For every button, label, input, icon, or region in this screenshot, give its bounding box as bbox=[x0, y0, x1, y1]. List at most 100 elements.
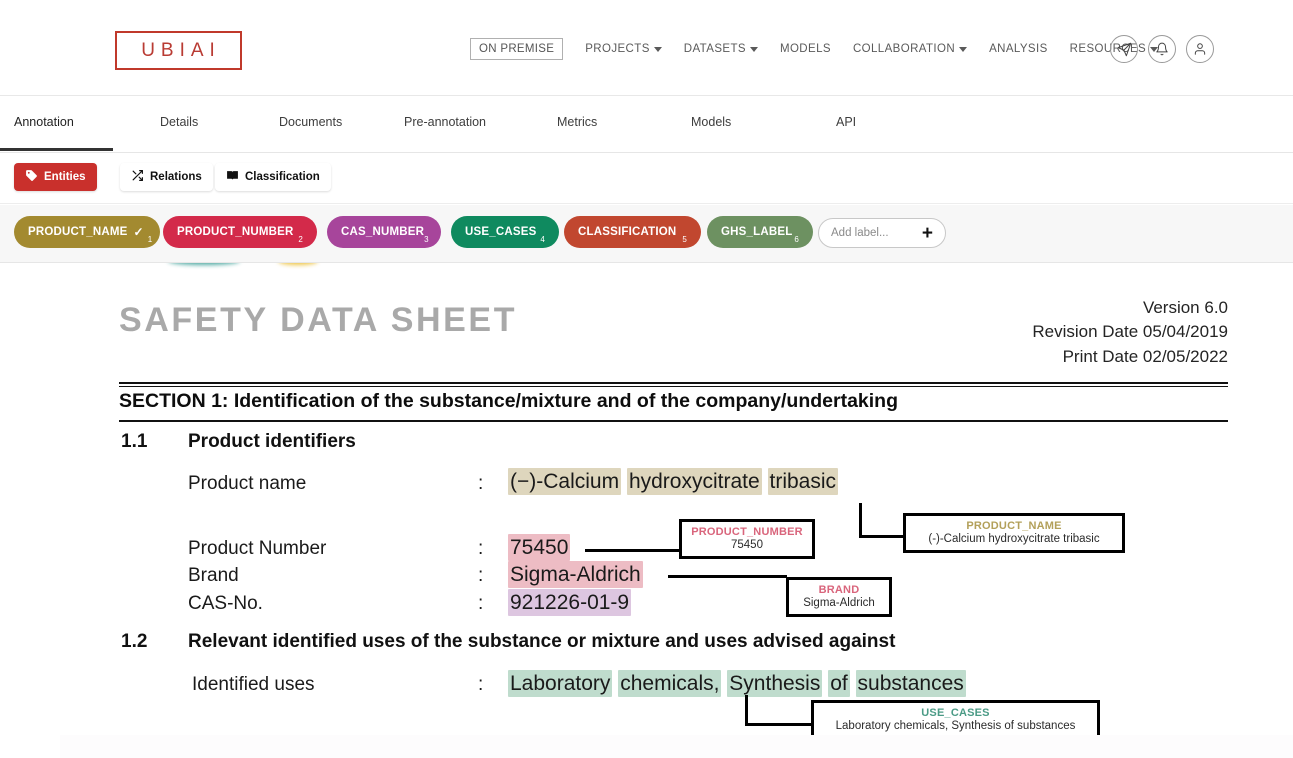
ubiai-logo[interactable]: UBIAI bbox=[115, 31, 242, 70]
add-label-placeholder: Add label... bbox=[831, 227, 889, 239]
field-value-cas-no[interactable]: 921226-01-9 bbox=[508, 589, 632, 616]
field-value-brand[interactable]: Sigma-Aldrich bbox=[508, 561, 643, 588]
entity-span-use-cases-3[interactable]: Synthesis bbox=[727, 670, 823, 697]
label-chip-product-number-text: PRODUCT_NUMBER bbox=[177, 226, 294, 238]
nav-item-analysis[interactable]: ANALYSIS bbox=[989, 43, 1048, 55]
entity-span-use-cases-4[interactable]: of bbox=[828, 670, 850, 697]
document-version-block: Version 6.0 Revision Date 05/04/2019 Pri… bbox=[1032, 296, 1228, 369]
callout-product-number-value: 75450 bbox=[731, 539, 763, 551]
active-tab-indicator bbox=[0, 148, 113, 151]
label-chip-classification[interactable]: CLASSIFICATION 5 bbox=[564, 216, 701, 248]
subsection-1-2-title: Relevant identified uses of the substanc… bbox=[188, 631, 896, 652]
send-icon[interactable] bbox=[1110, 35, 1138, 63]
entity-span-use-cases-2[interactable]: chemicals, bbox=[618, 670, 722, 697]
entity-span-product-name-3[interactable]: tribasic bbox=[767, 468, 839, 495]
chevron-down-icon bbox=[653, 46, 662, 52]
add-label-input[interactable]: Add label... + bbox=[818, 218, 946, 248]
label-chip-product-number[interactable]: PRODUCT_NUMBER 2 bbox=[163, 216, 317, 248]
divider-top bbox=[119, 382, 1228, 384]
field-value-product-number[interactable]: 75450 bbox=[508, 534, 571, 561]
relations-button[interactable]: Relations bbox=[120, 163, 213, 191]
document-viewer[interactable]: SAFETY DATA SHEET Version 6.0 Revision D… bbox=[0, 263, 1293, 735]
document-print-date: Print Date 02/05/2022 bbox=[1062, 346, 1228, 366]
callout-leader-product-name-h bbox=[859, 535, 905, 538]
nav-item-models-label: MODELS bbox=[779, 43, 831, 55]
nav-item-collaboration-label: COLLABORATION bbox=[852, 43, 956, 55]
callout-leader-product-number bbox=[585, 549, 680, 552]
label-chip-product-number-count: 2 bbox=[298, 235, 303, 244]
nav-item-models[interactable]: MODELS bbox=[780, 43, 831, 55]
logo-text: UBIAI bbox=[141, 39, 221, 61]
field-label-identified-uses: Identified uses bbox=[192, 674, 315, 695]
scrolled-content-remnant-yellow bbox=[278, 263, 318, 265]
tab-api[interactable]: API bbox=[836, 115, 856, 129]
project-tab-bar: Annotation Details Documents Pre-annotat… bbox=[0, 97, 1293, 153]
entity-span-product-number[interactable]: 75450 bbox=[508, 534, 571, 561]
label-chip-classification-text: CLASSIFICATION bbox=[578, 226, 677, 238]
annotation-mode-bar: Entities Relations Classification bbox=[0, 154, 1293, 204]
entity-span-cas-number[interactable]: 921226-01-9 bbox=[508, 589, 632, 616]
label-chip-ghs-label[interactable]: GHS_LABEL 6 bbox=[707, 216, 813, 248]
classification-button-label: Classification bbox=[245, 171, 320, 183]
colon-product-number: : bbox=[478, 538, 484, 559]
document-version: Version 6.0 bbox=[1142, 298, 1228, 317]
label-chip-cas-number[interactable]: CAS_NUMBER 3 bbox=[327, 216, 441, 248]
subsection-1-1-number: 1.1 bbox=[121, 431, 148, 452]
label-chip-classification-count: 5 bbox=[682, 235, 687, 244]
nav-item-collaboration[interactable]: COLLABORATION bbox=[852, 43, 968, 55]
label-chip-use-cases[interactable]: USE_CASES 4 bbox=[451, 216, 559, 248]
top-navigation-bar: UBIAI ON PREMISE PROJECTS DATASETS MODEL… bbox=[0, 0, 1293, 96]
shuffle-icon bbox=[131, 169, 144, 185]
tab-details[interactable]: Details bbox=[160, 115, 198, 129]
callout-brand[interactable]: BRAND Sigma-Aldrich bbox=[786, 577, 892, 617]
field-value-identified-uses[interactable]: Laboratory chemicals, Synthesis of subst… bbox=[508, 670, 966, 697]
scrolled-content-remnant-teal bbox=[168, 263, 240, 265]
classification-button[interactable]: Classification bbox=[215, 163, 331, 191]
label-chip-ghs-label-text: GHS_LABEL bbox=[721, 226, 793, 238]
nav-item-projects[interactable]: PROJECTS bbox=[585, 43, 662, 55]
field-label-product-number: Product Number bbox=[188, 538, 327, 559]
chevron-down-icon bbox=[959, 46, 968, 52]
tab-models[interactable]: Models bbox=[691, 115, 731, 129]
nav-item-analysis-label: ANALYSIS bbox=[989, 43, 1048, 55]
on-premise-badge[interactable]: ON PREMISE bbox=[470, 38, 564, 60]
field-label-cas-no: CAS-No. bbox=[188, 593, 263, 614]
section-1-heading: SECTION 1: Identification of the substan… bbox=[119, 390, 899, 412]
callout-product-number[interactable]: PRODUCT_NUMBER 75450 bbox=[679, 519, 815, 559]
colon-identified-uses: : bbox=[478, 674, 484, 695]
relations-button-label: Relations bbox=[150, 171, 202, 183]
callout-product-name-label: PRODUCT_NAME bbox=[966, 520, 1062, 532]
label-chip-use-cases-text: USE_CASES bbox=[465, 226, 537, 238]
tab-documents[interactable]: Documents bbox=[279, 115, 342, 129]
ubiai-annotation-app: UBIAI ON PREMISE PROJECTS DATASETS MODEL… bbox=[0, 0, 1293, 758]
subsection-1-1-title: Product identifiers bbox=[188, 431, 356, 452]
chevron-down-icon bbox=[749, 46, 758, 52]
nav-links: ON PREMISE PROJECTS DATASETS MODELS COLL… bbox=[470, 38, 1180, 60]
label-chip-ghs-label-count: 6 bbox=[794, 235, 799, 244]
entity-span-brand[interactable]: Sigma-Aldrich bbox=[508, 561, 643, 588]
tab-annotation[interactable]: Annotation bbox=[14, 115, 74, 129]
page-bottom-strip bbox=[0, 735, 1293, 758]
callout-leader-use-cases-h bbox=[745, 723, 813, 726]
entity-span-use-cases-5[interactable]: substances bbox=[855, 670, 966, 697]
entities-button[interactable]: Entities bbox=[14, 163, 97, 191]
entity-span-product-name-1[interactable]: (−)-Calcium bbox=[508, 468, 622, 495]
bell-icon[interactable] bbox=[1148, 35, 1176, 63]
label-chip-product-name[interactable]: PRODUCT_NAME ✓ 1 bbox=[14, 216, 160, 248]
document-revision-date: Revision Date 05/04/2019 bbox=[1032, 322, 1228, 342]
user-icon[interactable] bbox=[1186, 35, 1214, 63]
field-value-product-name[interactable]: (−)-Calcium hydroxycitrate tribasic bbox=[508, 468, 839, 495]
callout-product-name-value: (-)-Calcium hydroxycitrate tribasic bbox=[928, 533, 1100, 545]
nav-item-datasets[interactable]: DATASETS bbox=[684, 43, 758, 55]
check-icon: ✓ bbox=[133, 225, 144, 239]
entity-span-use-cases-1[interactable]: Laboratory bbox=[508, 670, 613, 697]
callout-leader-use-cases-v bbox=[745, 695, 748, 726]
callout-product-name[interactable]: PRODUCT_NAME (-)-Calcium hydroxycitrate … bbox=[903, 513, 1125, 553]
tab-metrics[interactable]: Metrics bbox=[557, 115, 597, 129]
callout-use-cases[interactable]: USE_CASES Laboratory chemicals, Synthesi… bbox=[811, 700, 1100, 735]
callout-leader-brand bbox=[668, 575, 787, 578]
label-chip-use-cases-count: 4 bbox=[540, 235, 545, 244]
label-chip-cas-number-count: 3 bbox=[424, 235, 429, 244]
entity-span-product-name-2[interactable]: hydroxycitrate bbox=[626, 468, 762, 495]
tab-pre-annotation[interactable]: Pre-annotation bbox=[404, 115, 486, 129]
